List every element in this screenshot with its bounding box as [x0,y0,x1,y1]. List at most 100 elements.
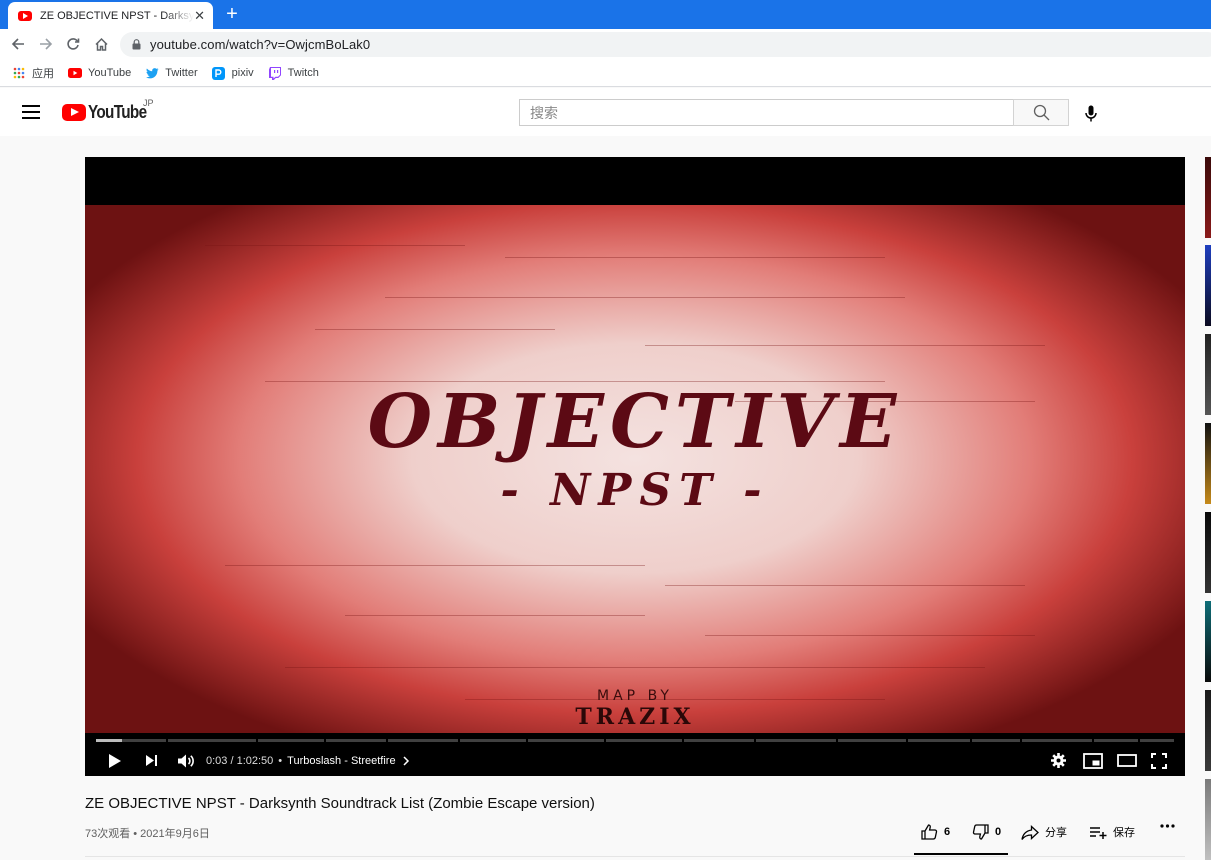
close-tab-icon[interactable]: ✕ [194,9,205,22]
menu-icon[interactable] [22,105,40,119]
recommended-thumbnail[interactable] [1205,157,1211,238]
next-track-icon [145,755,157,766]
tab-title: ZE OBJECTIVE NPST - Darksynth Soundtrack… [40,9,195,22]
miniplayer-icon [1083,752,1103,769]
play-button[interactable] [107,753,123,769]
next-button[interactable] [143,754,159,767]
search-input[interactable]: 搜索 [519,99,1014,126]
video-frame-credit: TRAZIX [575,704,695,730]
share-icon [1021,824,1039,840]
bookmark-label: 应用 [32,68,54,80]
browser-tabstrip: ZE OBJECTIVE NPST - Darksynth Soundtrack… [0,0,1211,29]
progress-bar[interactable] [96,739,1174,742]
recommended-thumbnail[interactable] [1205,334,1211,415]
player-controls: 0:03 / 1:02:50 • Turboslash - Streetfire [85,745,1185,776]
forward-button[interactable] [37,35,55,53]
volume-button[interactable] [176,753,196,769]
search-placeholder: 搜索 [530,104,558,121]
recommended-thumbnail[interactable] [1205,779,1211,860]
reload-button[interactable] [64,35,82,53]
thumbs-up-icon [921,824,938,840]
search-button[interactable] [1013,99,1069,126]
video-frame-title: OBJECTIVE [367,379,903,465]
youtube-logo-icon [62,104,86,121]
reload-icon [67,38,80,50]
gear-icon [1050,753,1066,768]
new-tab-button[interactable]: + [222,4,242,24]
progress-fill [96,739,122,742]
more-horizontal-icon [1160,824,1175,828]
video-player[interactable]: OBJECTIVE - NPST - MAP BY TRAZIX 0:03 / … [85,157,1185,776]
time-display: 0:03 / 1:02:50 [206,754,274,767]
divider [85,856,1185,857]
youtube-icon [68,66,82,80]
bookmark-twitch[interactable]: Twitch [268,66,319,80]
lock-icon [132,39,141,50]
like-count: 6 [944,826,951,838]
time-total: 1:02:50 [236,754,274,767]
save-button[interactable]: 保存 [1089,824,1135,840]
youtube-logo-text: YouTube [88,102,147,122]
video-meta: 73次观看 • 2021年9月6日 [85,828,210,840]
recommended-thumbnail[interactable] [1205,423,1211,504]
search-icon [1033,104,1049,121]
dislike-button[interactable]: 0 [972,824,1001,840]
twitter-icon [145,66,159,80]
theater-mode-button[interactable] [1116,754,1138,767]
youtube-favicon-icon [18,10,32,21]
time-current: 0:03 [206,754,228,767]
apps-grid-icon [12,66,26,80]
microphone-icon [1085,105,1097,121]
video-title: ZE OBJECTIVE NPST - Darksynth Soundtrack… [85,795,595,812]
bookmark-label: Twitter [165,67,198,79]
youtube-masthead: YouTube JP 搜索 [0,88,1211,136]
chapter-button[interactable]: • Turboslash - Streetfire [273,755,409,767]
url-text: youtube.com/watch?v=OwjcmBoLak0 [150,37,371,52]
chapter-title: Turboslash - Streetfire [287,754,396,767]
bookmark-pixiv[interactable]: pixiv [212,66,254,80]
browser-tab[interactable]: ZE OBJECTIVE NPST - Darksynth Soundtrack… [8,2,213,29]
settings-button[interactable] [1048,752,1068,769]
thumbs-down-icon [972,824,989,840]
home-button[interactable] [92,35,110,53]
playlist-add-icon [1090,826,1107,839]
back-arrow-icon [11,38,24,50]
recommended-thumbnail[interactable] [1205,690,1211,771]
bookmark-label: pixiv [231,67,254,79]
bookmark-apps[interactable]: 应用 [12,65,54,81]
bookmark-twitter[interactable]: Twitter [145,66,198,80]
miniplayer-button[interactable] [1082,752,1104,769]
fullscreen-icon [1151,752,1167,769]
recommended-thumbnail[interactable] [1205,601,1211,682]
video-frame-credit-label: MAP BY [597,688,673,704]
view-count: 73次观看 [85,828,131,840]
volume-icon [177,754,194,767]
home-icon [94,37,108,51]
twitch-icon [268,66,282,80]
bookmark-label: Twitch [287,67,319,79]
recommended-thumbnail[interactable] [1205,512,1211,593]
address-bar[interactable]: youtube.com/watch?v=OwjcmBoLak0 [120,32,1211,57]
share-button[interactable]: 分享 [1021,824,1067,840]
country-code: JP [143,98,154,108]
upload-date: 2021年9月6日 [140,828,210,840]
browser-toolbar: youtube.com/watch?v=OwjcmBoLak0 [0,29,1211,60]
bookmark-label: YouTube [88,67,132,79]
chevron-right-icon [403,755,409,766]
fullscreen-button[interactable] [1150,752,1168,769]
video-frame-subtitle: - NPST - [500,465,770,516]
voice-search-button[interactable] [1080,103,1102,123]
save-label: 保存 [1113,827,1135,839]
more-actions-button[interactable] [1160,824,1175,828]
like-button[interactable]: 6 [921,824,950,840]
play-icon [109,753,121,768]
back-button[interactable] [9,35,27,53]
like-ratio-bar [914,853,1008,855]
theater-mode-icon [1117,754,1137,767]
forward-arrow-icon [40,38,53,50]
share-label: 分享 [1045,827,1067,839]
recommended-thumbnail[interactable] [1205,245,1211,326]
pixiv-icon [212,66,226,80]
dislike-count: 0 [995,826,1002,838]
bookmark-youtube[interactable]: YouTube [68,66,131,80]
